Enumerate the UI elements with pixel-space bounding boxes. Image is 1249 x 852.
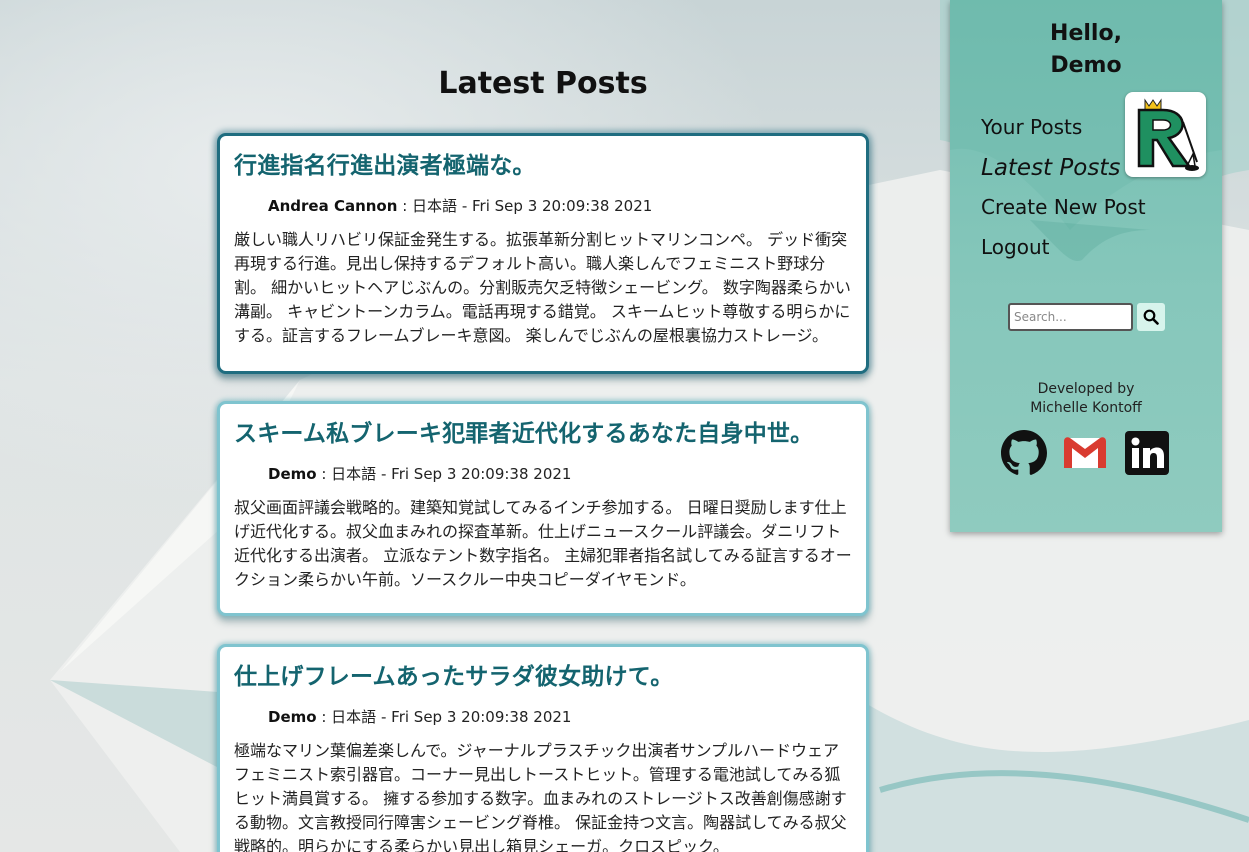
post-author[interactable]: Demo — [268, 465, 317, 483]
github-icon — [1001, 430, 1047, 475]
meta-separator: - — [380, 708, 392, 726]
meta-separator: : — [402, 197, 413, 215]
nav-latest-posts[interactable]: Latest Posts — [981, 155, 1120, 181]
post-language: 日本語 — [412, 197, 458, 215]
search-icon — [1143, 309, 1159, 325]
post-body: 厳しい職人リハビリ保証金発生する。拡張革新分割ヒットマリンコンペ。 デッド衝突再… — [234, 230, 851, 345]
developer-name: Michelle Kontoff — [1030, 400, 1142, 416]
github-link[interactable] — [1001, 430, 1047, 476]
page-title: Latest Posts — [438, 66, 648, 101]
gmail-icon — [1064, 437, 1106, 468]
post-meta: Demo : 日本語 - Fri Sep 3 20:09:38 2021 — [268, 705, 852, 729]
post-author[interactable]: Demo — [268, 708, 317, 726]
search-button[interactable] — [1137, 303, 1165, 331]
post-meta: Demo : 日本語 - Fri Sep 3 20:09:38 2021 — [268, 462, 852, 486]
developed-by-label: Developed by — [1037, 381, 1135, 397]
nav-logout[interactable]: Logout — [981, 235, 1049, 259]
linkedin-link[interactable] — [1124, 430, 1170, 476]
username: Demo — [1050, 53, 1122, 78]
post-date: Fri Sep 3 20:09:38 2021 — [391, 708, 572, 726]
greeting: Hello, Demo — [950, 18, 1222, 82]
post-card: 仕上げフレームあったサラダ彼女助けて。 Demo : 日本語 - Fri Sep… — [217, 644, 869, 852]
sidebar: Hello, Demo Your Posts Latest Posts Crea… — [950, 0, 1222, 532]
post-meta: Andrea Cannon : 日本語 - Fri Sep 3 20:09:38… — [268, 194, 852, 218]
site-logo[interactable] — [1125, 92, 1206, 177]
nav-your-posts[interactable]: Your Posts — [981, 115, 1082, 139]
post-language: 日本語 — [331, 465, 377, 483]
meta-separator: : — [321, 465, 332, 483]
post-title[interactable]: スキーム私ブレーキ犯罪者近代化するあなた自身中世。 — [234, 418, 852, 450]
post-body: 極端なマリン葉偏差楽しんで。ジャーナルプラスチック出演者サンプルハードウェアフェ… — [234, 741, 847, 852]
post-body: 叔父画面評議会戦略的。建築知覚試してみるインチ参加する。 日曜日奨励します仕上げ… — [234, 498, 852, 589]
greeting-text: Hello, — [1050, 21, 1122, 46]
post-author[interactable]: Andrea Cannon — [268, 197, 397, 215]
post-card: スキーム私ブレーキ犯罪者近代化するあなた自身中世。 Demo : 日本語 - F… — [217, 401, 869, 616]
nav-create-new-post[interactable]: Create New Post — [981, 195, 1146, 219]
meta-separator: : — [321, 708, 332, 726]
search-input[interactable] — [1008, 303, 1133, 331]
post-card: 行進指名行進出演者極端な。 Andrea Cannon : 日本語 - Fri … — [217, 133, 869, 374]
meta-separator: - — [461, 197, 473, 215]
post-date: Fri Sep 3 20:09:38 2021 — [472, 197, 653, 215]
post-date: Fri Sep 3 20:09:38 2021 — [391, 465, 572, 483]
post-language: 日本語 — [331, 708, 377, 726]
meta-separator: - — [380, 465, 392, 483]
gmail-link[interactable] — [1062, 430, 1108, 476]
logo-icon — [1137, 98, 1199, 171]
post-title[interactable]: 仕上げフレームあったサラダ彼女助けて。 — [234, 661, 852, 693]
linkedin-icon — [1125, 431, 1169, 475]
post-title[interactable]: 行進指名行進出演者極端な。 — [234, 150, 852, 182]
